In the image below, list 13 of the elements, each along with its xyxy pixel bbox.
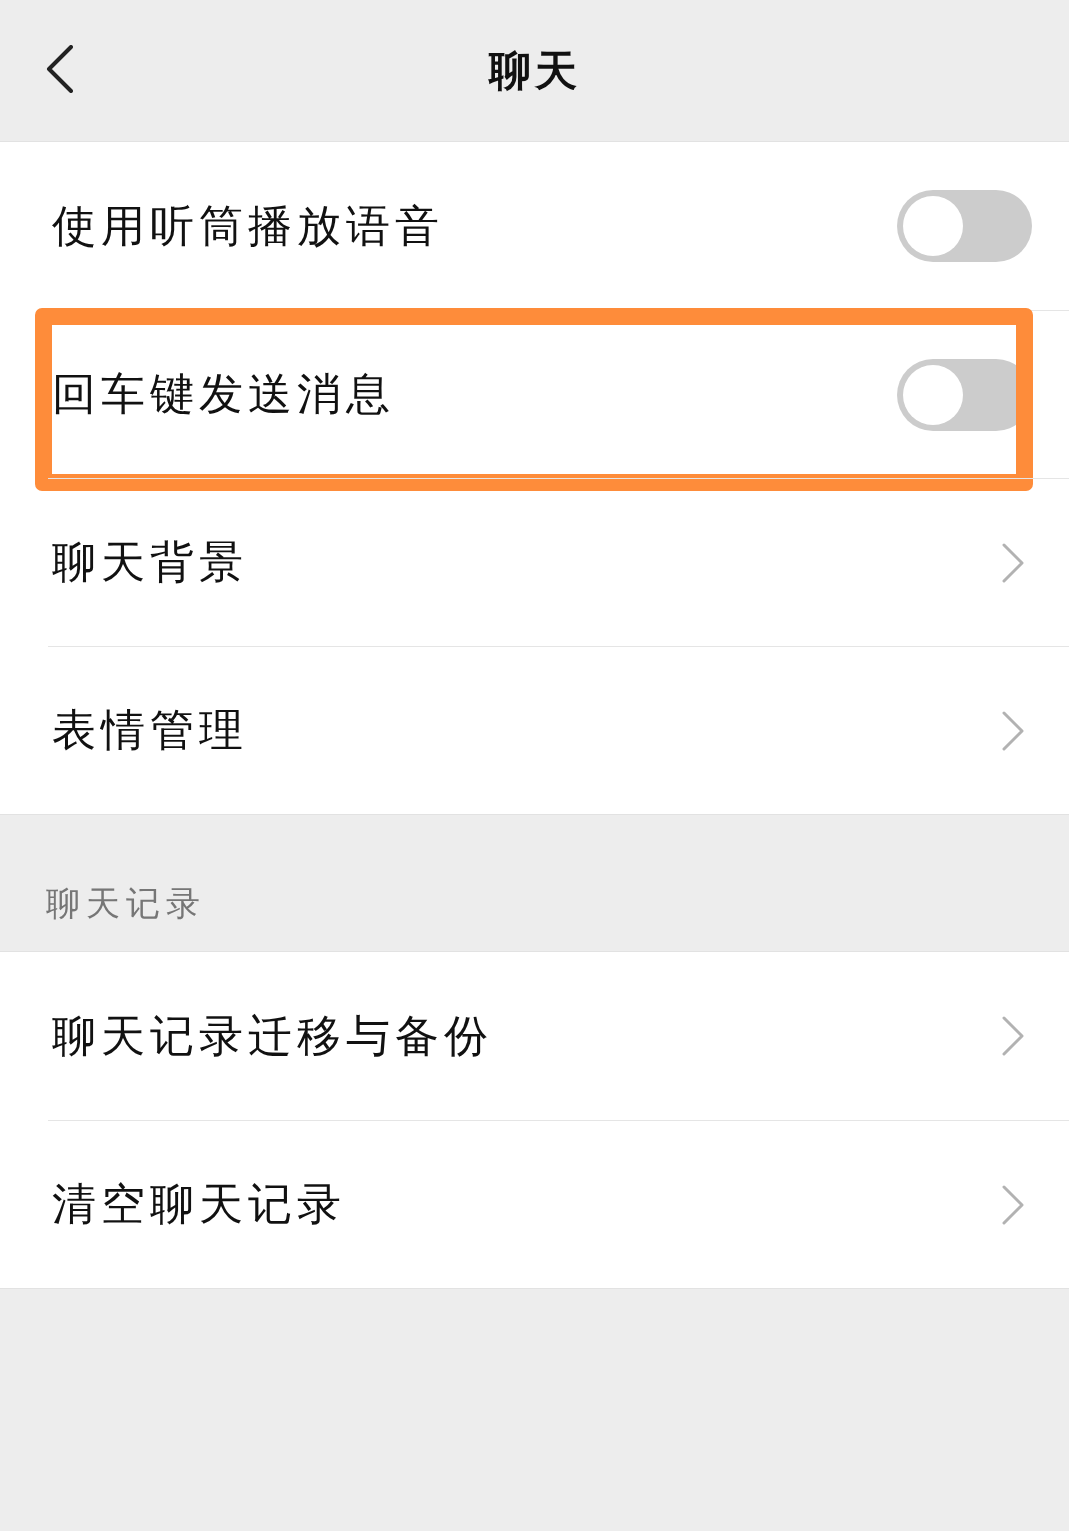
chevron-right-icon [1001, 542, 1025, 583]
chevron-right-icon [1001, 710, 1025, 751]
section-title: 聊天记录 [46, 882, 206, 925]
chevron-right-icon [1001, 1184, 1025, 1225]
setting-label: 回车键发送消息 [52, 367, 395, 421]
back-icon[interactable] [45, 45, 73, 93]
settings-item[interactable]: 聊天背景 [52, 479, 1032, 646]
settings-item[interactable]: 聊天记录迁移与备份 [52, 952, 1032, 1120]
page-title: 聊天 [488, 44, 581, 97]
chevron-right-icon [1001, 1016, 1025, 1056]
settings-item[interactable]: 清空聊天记录 [52, 1121, 1032, 1288]
settings-item[interactable]: 表情管理 [52, 647, 1032, 814]
setting-label: 使用听筒播放语音 [52, 198, 444, 253]
